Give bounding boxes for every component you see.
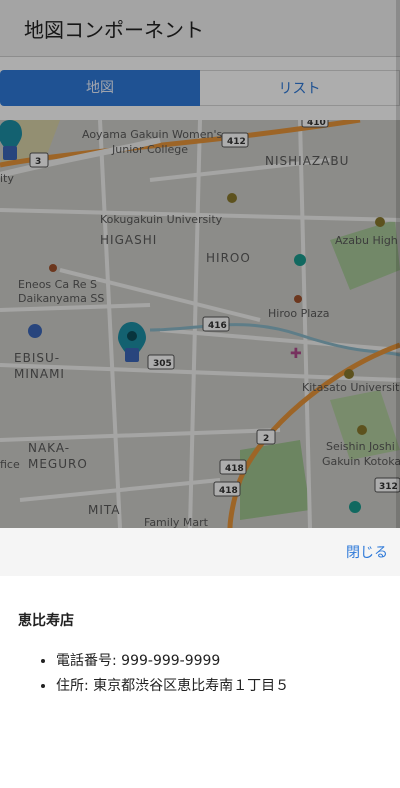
close-button[interactable]: 閉じる	[346, 542, 388, 562]
store-details: 恵比寿店 電話番号: 999-999-9999 住所: 東京都渋谷区恵比寿南１丁…	[0, 576, 400, 788]
store-name: 恵比寿店	[18, 613, 74, 629]
address: 住所: 東京都渋谷区恵比寿南１丁目５	[56, 675, 289, 695]
scroll-edge	[396, 0, 400, 528]
sheet-header: 閉じる	[0, 528, 400, 576]
modal-backdrop[interactable]	[0, 0, 400, 528]
phone-number: 電話番号: 999-999-9999	[56, 650, 289, 670]
details-list: 電話番号: 999-999-9999 住所: 東京都渋谷区恵比寿南１丁目５	[38, 650, 289, 700]
